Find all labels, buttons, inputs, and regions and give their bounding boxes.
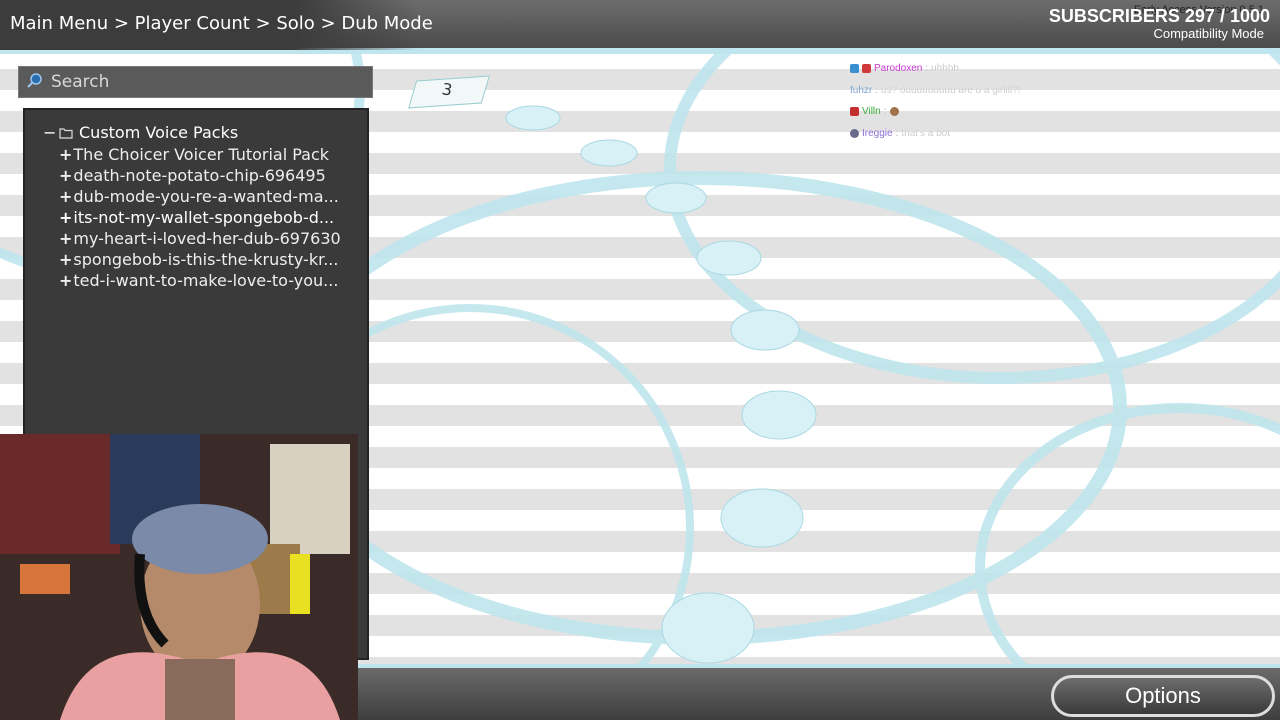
emote-icon (889, 107, 899, 117)
webcam-overlay (0, 434, 358, 720)
badge-icon (862, 64, 871, 74)
tree-item-label: spongebob-is-this-the-krusty-kr... (73, 250, 339, 269)
chat-text: us? ouuuuuuuuu are u a girllll?! (881, 84, 1021, 96)
tree-item-label: dub-mode-you-re-a-wanted-ma... (73, 187, 339, 206)
chat-message: Villn : (850, 101, 1021, 123)
expand-icon[interactable]: + (59, 208, 72, 227)
chat-overlay: Parodoxen : uhhhh fuhzr : us? ouuuuuuuuu… (850, 58, 1021, 144)
folder-icon (59, 127, 73, 139)
streamer-webcam-image (0, 434, 358, 720)
expand-icon[interactable]: + (59, 229, 72, 248)
tree-item-label: death-note-potato-chip-696495 (73, 166, 326, 185)
chat-separator: : (895, 127, 899, 139)
chat-text: that's a bot (901, 127, 950, 139)
collapse-icon[interactable]: − (43, 123, 56, 142)
subscriber-counter: SUBSCRIBERS 297 / 1000 (1048, 6, 1270, 26)
chat-username: fuhzr (850, 84, 873, 96)
expand-icon[interactable]: + (59, 271, 72, 290)
search-input[interactable] (51, 67, 361, 97)
breadcrumb[interactable]: Main Menu > Player Count > Solo > Dub Mo… (10, 13, 433, 34)
chat-username: Parodoxen (874, 63, 923, 75)
search-bar[interactable] (18, 66, 373, 98)
compatibility-mode-label: Compatibility Mode (1153, 26, 1264, 41)
tree-item[interactable]: +my-heart-i-loved-her-dub-697630 (59, 229, 357, 248)
search-icon (27, 73, 42, 88)
tree-item[interactable]: +The Choicer Voicer Tutorial Pack (59, 145, 357, 164)
badge-icon (850, 128, 859, 138)
expand-icon[interactable]: + (59, 166, 72, 185)
tree-item[interactable]: +spongebob-is-this-the-krusty-kr... (59, 250, 357, 269)
chat-message: Parodoxen : uhhhh (850, 58, 1021, 80)
badge-icon (850, 107, 859, 117)
expand-icon[interactable]: + (59, 187, 72, 206)
chat-username: Ireggie (862, 127, 893, 139)
chat-username: Villn (862, 106, 881, 118)
chat-separator: : (925, 63, 929, 75)
badge-icon (850, 64, 859, 74)
expand-icon[interactable]: + (59, 250, 72, 269)
tree-root-custom-voice-packs[interactable]: − Custom Voice Packs (43, 123, 238, 142)
tree-root-label: Custom Voice Packs (79, 123, 239, 142)
tree-item[interactable]: +death-note-potato-chip-696495 (59, 166, 357, 185)
tree-item-label: its-not-my-wallet-spongebob-d... (73, 208, 335, 227)
tree-item-label: ted-i-want-to-make-love-to-you... (73, 271, 339, 290)
chat-message: fuhzr : us? ouuuuuuuuu are u a girllll?! (850, 80, 1021, 102)
chat-separator: : (883, 106, 887, 118)
tree-item[interactable]: +dub-mode-you-re-a-wanted-ma... (59, 187, 357, 206)
chat-text: uhhhh (931, 63, 959, 75)
chat-message: Ireggie : that's a bot (850, 123, 1021, 145)
chat-separator: : (875, 84, 879, 96)
tree-item-label: The Choicer Voicer Tutorial Pack (73, 145, 330, 164)
tree-item-label: my-heart-i-loved-her-dub-697630 (73, 229, 341, 248)
tree-item[interactable]: +its-not-my-wallet-spongebob-d... (59, 208, 357, 227)
tree-item[interactable]: +ted-i-want-to-make-love-to-you... (59, 271, 357, 290)
options-button[interactable]: Options (1051, 675, 1275, 717)
expand-icon[interactable]: + (59, 145, 72, 164)
